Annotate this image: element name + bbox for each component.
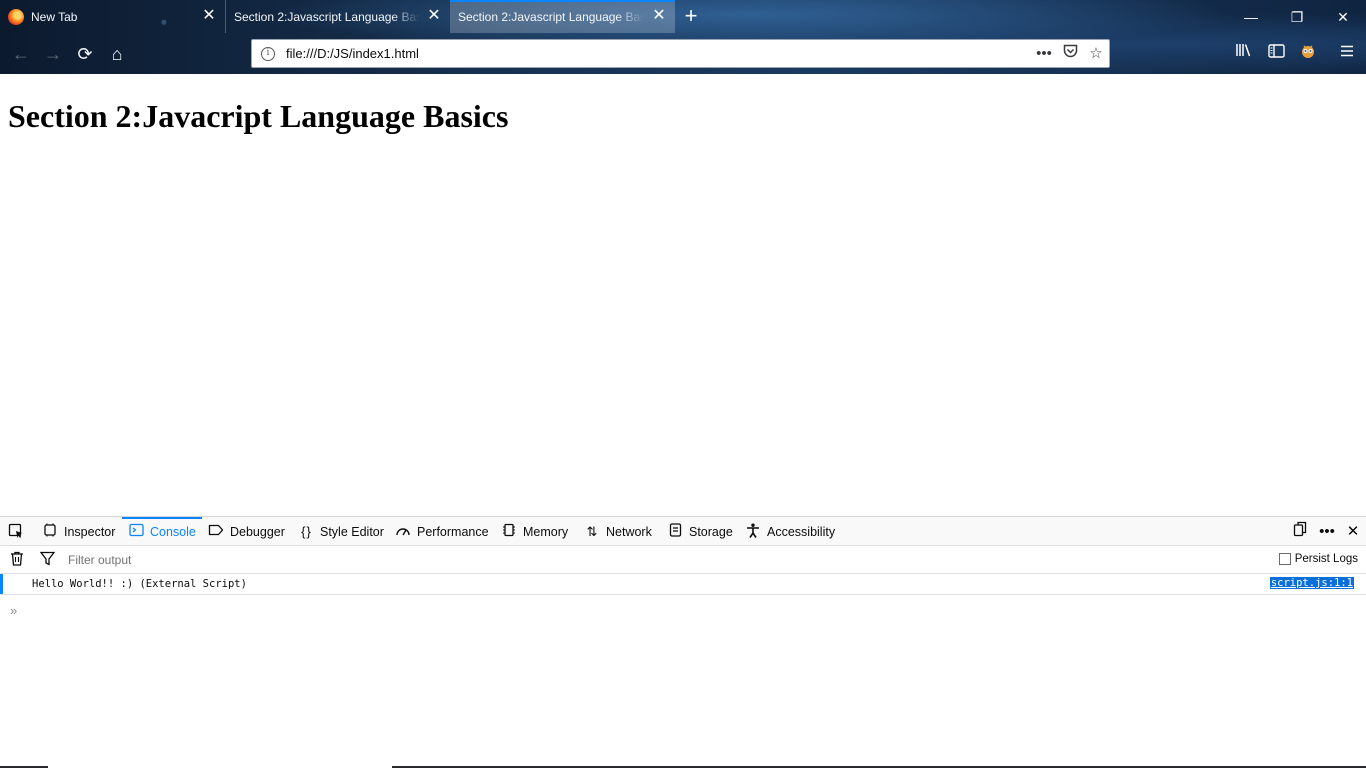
page-heading: Section 2:Javacript Language Basics bbox=[8, 98, 509, 134]
console-input[interactable] bbox=[30, 599, 1330, 619]
restore-button[interactable]: ❐ bbox=[1282, 6, 1312, 28]
persist-logs-checkbox[interactable] bbox=[1278, 553, 1291, 565]
persist-logs-label: Persist Logs bbox=[1294, 553, 1358, 565]
forward-button[interactable]: → bbox=[41, 42, 65, 66]
navigation-bar: ← → ⟳ ⌂ i file:///D:/JS/index1.html ••• … bbox=[0, 33, 1366, 74]
tab-label: Performance bbox=[417, 524, 489, 539]
firefox-icon bbox=[8, 8, 24, 25]
tab-label: Memory bbox=[523, 524, 569, 539]
tab-debugger[interactable]: Debugger bbox=[208, 517, 285, 546]
storage-icon bbox=[667, 523, 683, 540]
page-actions-icon[interactable]: ••• bbox=[1031, 41, 1057, 67]
tab-console[interactable]: Console bbox=[122, 517, 202, 546]
tab-title: Section 2:Javascript Language Basics bbox=[234, 9, 420, 24]
tab-style-editor[interactable]: { } Style Editor bbox=[298, 517, 384, 546]
reload-button[interactable]: ⟳ bbox=[73, 42, 97, 66]
tab-accessibility[interactable]: Accessibility bbox=[745, 517, 835, 546]
devtools-toolbar: Inspector Console Debugger { } Style Edi… bbox=[0, 517, 1366, 546]
persist-logs-toggle[interactable]: Persist Logs bbox=[1278, 553, 1358, 565]
performance-icon bbox=[395, 523, 411, 540]
tab-storage[interactable]: Storage bbox=[667, 517, 733, 546]
page-viewport: Section 2:Javacript Language Basics bbox=[0, 74, 1366, 516]
console-toolbar: Persist Logs bbox=[0, 546, 1366, 574]
browser-chrome: New Tab ✕ Section 2:Javascript Language … bbox=[0, 0, 1366, 74]
style-editor-icon: { } bbox=[301, 524, 311, 539]
console-message-text: Hello World!! :) (External Script) bbox=[32, 578, 247, 590]
dock-toggle-icon[interactable] bbox=[1289, 521, 1311, 543]
debugger-icon bbox=[208, 524, 224, 539]
menu-icon[interactable] bbox=[1335, 42, 1359, 66]
tab-label: Console bbox=[150, 524, 196, 539]
tab-label: Debugger bbox=[230, 524, 285, 539]
devtools-panel: Inspector Console Debugger { } Style Edi… bbox=[0, 516, 1366, 768]
console-filter-input[interactable] bbox=[60, 546, 960, 574]
tab-label: Storage bbox=[689, 524, 733, 539]
close-tab-icon[interactable]: ✕ bbox=[426, 8, 442, 24]
console-message-row: Hello World!! :) (External Script) scrip… bbox=[0, 574, 1366, 595]
library-icon[interactable] bbox=[1232, 42, 1256, 66]
tab-section2-a[interactable]: Section 2:Javascript Language Basics ✕ bbox=[225, 0, 450, 33]
tab-network[interactable]: ⇅ Network bbox=[584, 517, 652, 546]
close-tab-icon[interactable]: ✕ bbox=[651, 8, 667, 24]
tab-bar: New Tab ✕ Section 2:Javascript Language … bbox=[0, 0, 1366, 33]
devtools-options-icon[interactable]: ••• bbox=[1316, 521, 1338, 543]
accessibility-icon bbox=[745, 523, 761, 541]
console-icon bbox=[128, 523, 144, 540]
memory-icon bbox=[501, 523, 517, 540]
url-text[interactable]: file:///D:/JS/index1.html bbox=[286, 46, 1031, 61]
close-tab-icon[interactable]: ✕ bbox=[201, 8, 217, 24]
trash-icon[interactable] bbox=[8, 551, 26, 569]
extension-icon[interactable] bbox=[1296, 42, 1320, 66]
sidebar-icon[interactable] bbox=[1264, 42, 1288, 66]
tab-inspector[interactable]: Inspector bbox=[42, 517, 115, 546]
tab-label: Inspector bbox=[64, 524, 116, 539]
bookmark-star-icon[interactable]: ☆ bbox=[1083, 41, 1109, 67]
devtools-close-icon[interactable]: ✕ bbox=[1342, 521, 1364, 543]
tab-new-tab[interactable]: New Tab ✕ bbox=[0, 0, 225, 33]
window-close-button[interactable]: ✕ bbox=[1328, 6, 1358, 28]
console-message-source-link[interactable]: script.js:1:1 bbox=[1269, 577, 1354, 589]
tab-label: Network bbox=[606, 524, 652, 539]
home-button[interactable]: ⌂ bbox=[105, 42, 129, 66]
tab-label: Accessibility bbox=[767, 524, 836, 539]
tab-label: Style Editor bbox=[320, 524, 384, 539]
inspector-icon bbox=[42, 523, 58, 540]
tab-performance[interactable]: Performance bbox=[395, 517, 489, 546]
info-icon[interactable]: i bbox=[261, 46, 275, 61]
tab-title: Section 2:Javascript Language Basics bbox=[458, 9, 644, 24]
filter-icon[interactable] bbox=[38, 551, 56, 569]
url-bar[interactable]: i file:///D:/JS/index1.html ••• ☆ bbox=[251, 39, 1110, 68]
tab-memory[interactable]: Memory bbox=[501, 517, 568, 546]
minimize-button[interactable]: — bbox=[1236, 6, 1266, 28]
pocket-icon[interactable] bbox=[1057, 41, 1083, 67]
tab-section2-b-active[interactable]: Section 2:Javascript Language Basics ✕ bbox=[450, 0, 675, 33]
element-picker-icon[interactable] bbox=[8, 523, 24, 539]
back-button[interactable]: ← bbox=[9, 42, 33, 66]
network-icon: ⇅ bbox=[586, 523, 598, 539]
tab-title: New Tab bbox=[31, 9, 78, 24]
console-prompt-icon: » bbox=[10, 603, 18, 618]
new-tab-button[interactable]: + bbox=[680, 5, 702, 27]
